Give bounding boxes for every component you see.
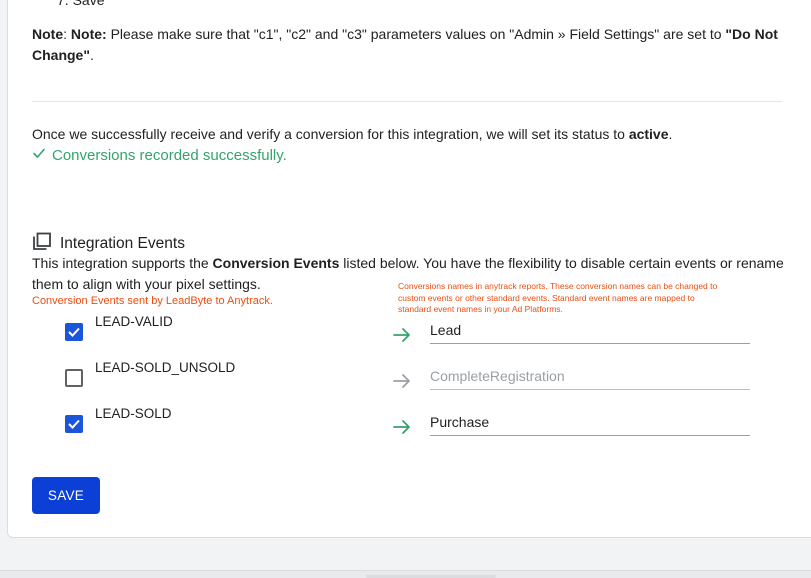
status-paragraph: Once we successfully receive and verify … [32,124,672,144]
event-label-lead-sold: LEAD-SOLD [95,406,172,421]
note-label-2: Note: [70,26,107,42]
event-name-input-lead-sold[interactable]: Purchase [430,414,750,436]
success-text: Conversions recorded successfully. [52,146,287,164]
checkmark-icon [68,419,80,429]
divider [32,101,782,102]
event-checkbox-lead-sold[interactable] [65,415,83,433]
event-name-input-lead-sold-unsold[interactable]: CompleteRegistration [430,368,750,390]
section-header: Integration Events [32,232,185,255]
left-hint: Conversion Events sent by LeadByte to An… [32,295,273,307]
status-bold: active [628,126,669,142]
right-hint: Conversions names in anytrack reports. T… [398,281,718,314]
event-name-input-lead-valid[interactable]: Lead [430,322,750,344]
arrow-right-icon [392,418,412,441]
note-paragraph: Note: Note: Please make sure that "c1", … [32,26,778,63]
desc-bold: Conversion Events [212,255,340,271]
check-icon [32,146,46,164]
event-checkbox-lead-sold-unsold[interactable] [65,369,83,387]
section-title: Integration Events [60,234,185,252]
desc-pre: This integration supports the [32,255,213,271]
save-button[interactable]: SAVE [32,477,100,514]
event-label-lead-valid: LEAD-VALID [95,314,173,329]
arrow-right-icon [392,372,412,395]
note-end: . [89,47,94,63]
arrow-right-icon [392,326,412,349]
success-message: Conversions recorded successfully. [32,146,287,164]
note-label: Note [32,26,64,42]
note-text: Please make sure that "c1", "c2" and "c3… [106,26,726,42]
event-checkbox-lead-valid[interactable] [65,323,83,341]
copy-stack-icon [32,232,52,255]
status-text: Once we successfully receive and verify … [32,126,629,142]
checkmark-icon [68,327,80,337]
status-end: . [668,126,673,142]
step-tail-text: 7. Save [57,0,105,8]
event-label-lead-sold-unsold: LEAD-SOLD_UNSOLD [95,360,236,375]
